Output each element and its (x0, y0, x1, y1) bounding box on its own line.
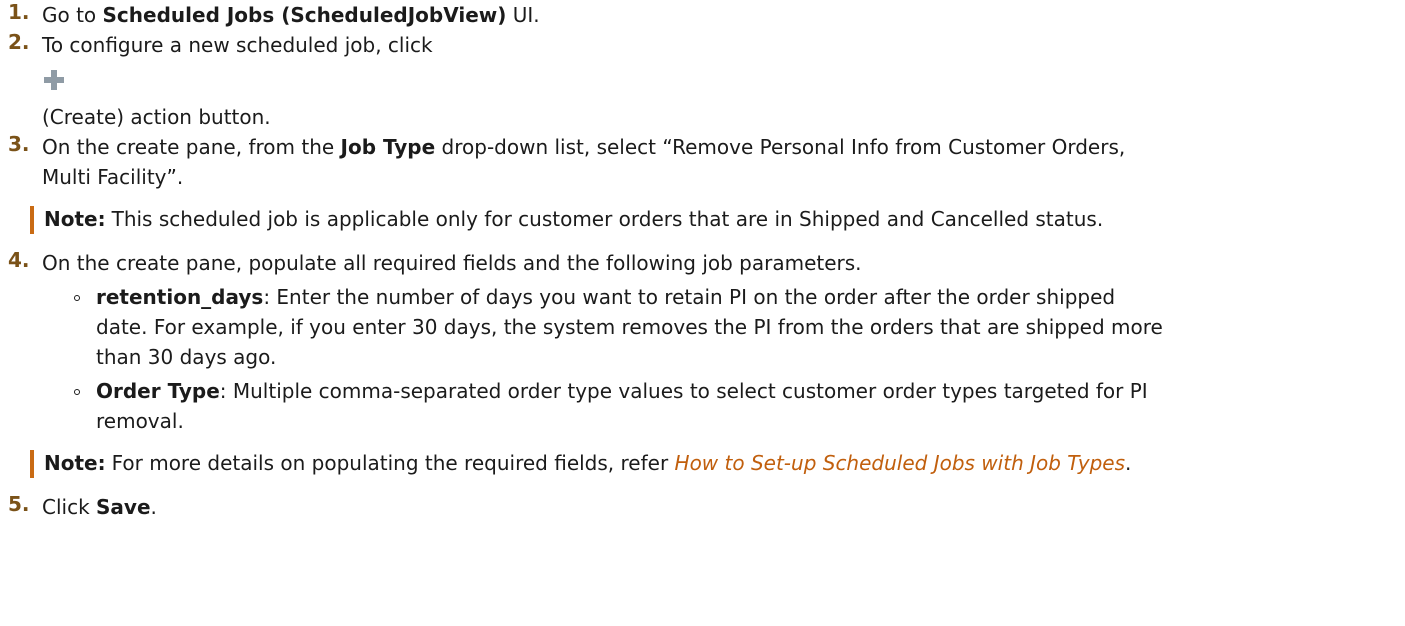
note-label: Note: (44, 207, 106, 231)
note-text: This scheduled job is applicable only fo… (111, 207, 1104, 231)
note-block: Note: For more details on populating the … (30, 448, 1405, 478)
bullet-icon (74, 389, 80, 395)
step-3: 3. On the create pane, from the Job Type… (0, 132, 1405, 192)
step-5: 5. Click Save. (0, 492, 1405, 522)
step-1: 1. Go to Scheduled Jobs (ScheduledJobVie… (0, 0, 1405, 30)
parameter-text: date. For example, if you enter 30 days,… (96, 315, 1163, 339)
note-block: Note: This scheduled job is applicable on… (30, 204, 1405, 234)
parameter-text: : Multiple comma-separated order type va… (219, 379, 1148, 403)
note-text: . (1125, 451, 1132, 475)
parameter-name: retention_days (96, 285, 264, 309)
job-parameters-list: retention_days: Enter the number of days… (42, 282, 1405, 436)
steps-list: 1. Go to Scheduled Jobs (ScheduledJobVie… (0, 0, 1405, 192)
note-bar (30, 450, 34, 478)
list-item: Order Type: Multiple comma-separated ord… (42, 376, 1405, 436)
parameter-text: than 30 days ago. (96, 345, 277, 369)
step-number: 3. (8, 132, 30, 156)
note-text: For more details on populating the requi… (111, 451, 675, 475)
step-text: Click (42, 495, 97, 519)
note-bar (30, 206, 34, 234)
step-text: drop-down list, select “Remove Personal … (435, 135, 1126, 159)
plus-icon (44, 70, 64, 90)
step-number: 2. (8, 30, 30, 54)
step-2: 2. To configure a new scheduled job, cli… (0, 30, 1405, 132)
step-text: UI. (506, 3, 540, 27)
step-text: (Create) action button. (42, 105, 271, 129)
note-label: Note: (44, 451, 106, 475)
parameter-text: removal. (96, 409, 184, 433)
step-text: Multi Facility”. (42, 165, 184, 189)
steps-list-final: 5. Click Save. (0, 492, 1405, 522)
help-link[interactable]: How to Set-up Scheduled Jobs with Job Ty… (675, 451, 1126, 475)
step-number: 4. (8, 248, 30, 272)
field-name: Job Type (340, 135, 436, 159)
parameter-name: Order Type (96, 379, 220, 403)
parameter-text: : Enter the number of days you want to r… (263, 285, 1116, 309)
step-text: On the create pane, populate all require… (42, 251, 862, 275)
step-text: Go to (42, 3, 103, 27)
step-text: To configure a new scheduled job, click (42, 33, 433, 57)
step-number: 1. (8, 0, 30, 24)
document-body: 1. Go to Scheduled Jobs (ScheduledJobVie… (0, 0, 1405, 522)
step-text: On the create pane, from the (42, 135, 341, 159)
step-text: . (150, 495, 157, 519)
ui-name: Scheduled Jobs (ScheduledJobView) (102, 3, 507, 27)
list-item: retention_days: Enter the number of days… (42, 282, 1405, 372)
step-4: 4. On the create pane, populate all requ… (0, 248, 1405, 436)
steps-list-continued: 4. On the create pane, populate all requ… (0, 248, 1405, 436)
step-number: 5. (8, 492, 30, 516)
bullet-icon (74, 295, 80, 301)
button-name: Save (96, 495, 151, 519)
